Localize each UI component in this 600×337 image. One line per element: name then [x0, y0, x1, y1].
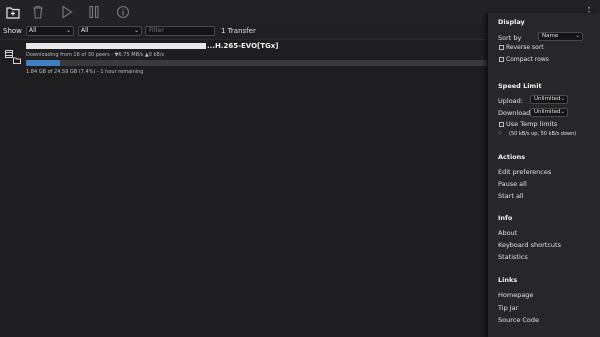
info-icon[interactable]	[114, 3, 132, 21]
sort-by-value: Name	[542, 33, 559, 39]
chevron-down-icon: ⌄	[560, 109, 565, 115]
action-edit-preferences[interactable]: Edit preferences	[498, 168, 551, 176]
filter-placeholder: Filter	[149, 27, 164, 34]
action-start-all[interactable]: Start all	[498, 192, 524, 200]
reverse-sort-label: Reverse sort	[506, 44, 544, 51]
links-section-title: Links	[498, 276, 518, 284]
download-limit-select[interactable]: Unlimited ⌄	[530, 108, 568, 117]
transfer-count: 1 Transfer	[221, 27, 256, 35]
info-about[interactable]: About	[498, 229, 517, 237]
display-section-title: Display	[498, 18, 525, 26]
compact-rows-checkbox[interactable]	[499, 57, 504, 62]
torrent-peers-status: Downloading from 16 of 30 peers - ▼6.75 …	[26, 52, 165, 58]
upload-limit-select[interactable]: Unlimited ⌄	[530, 95, 568, 104]
speed-limit-section-title: Speed Limit	[498, 82, 542, 90]
download-limit-value: Unlimited	[534, 109, 561, 115]
chevron-down-icon: ⌄	[65, 27, 71, 34]
reverse-sort-checkbox[interactable]	[499, 45, 504, 50]
chevron-down-icon: ⌄	[133, 27, 139, 34]
torrent-row[interactable]: ...H.265-EVO[TGx] Downloading from 16 of…	[0, 40, 490, 78]
settings-panel: Display Sort by Name ⌄ Reverse sort Comp…	[487, 13, 600, 337]
pause-icon[interactable]	[85, 3, 103, 21]
compact-rows-label: Compact rows	[506, 56, 549, 63]
download-label: Download:	[498, 109, 533, 117]
filter-input[interactable]: Filter	[145, 26, 215, 36]
actions-section-title: Actions	[498, 153, 526, 161]
play-icon[interactable]	[58, 3, 76, 21]
link-tip-jar[interactable]: Tip Jar	[498, 304, 518, 312]
link-source-code[interactable]: Source Code	[498, 316, 539, 324]
trash-icon[interactable]	[29, 3, 47, 21]
progress-bar-fill	[26, 60, 61, 66]
sort-by-label: Sort by	[498, 34, 522, 42]
action-pause-all[interactable]: Pause all	[498, 180, 527, 188]
turtle-icon: ◇	[498, 130, 502, 136]
show-label: Show	[3, 27, 22, 35]
sort-by-select[interactable]: Name ⌄	[538, 32, 583, 41]
folder-icon	[13, 57, 21, 66]
status-filter-select[interactable]: All ⌄	[26, 26, 74, 36]
status-filter-value: All	[29, 27, 37, 34]
add-folder-icon[interactable]	[4, 3, 22, 21]
torrent-name: ...H.265-EVO[TGx]	[26, 42, 278, 50]
link-homepage[interactable]: Homepage	[498, 291, 533, 299]
chevron-down-icon: ⌄	[575, 33, 580, 39]
info-statistics[interactable]: Statistics	[498, 253, 528, 261]
film-icon	[5, 50, 13, 60]
redacted-name-block	[26, 43, 206, 49]
chevron-down-icon: ⌄	[560, 96, 565, 102]
upload-limit-value: Unlimited	[534, 96, 561, 102]
torrent-name-tail: ...H.265-EVO[TGx]	[207, 42, 279, 50]
temp-limits-checkbox[interactable]	[499, 122, 504, 127]
progress-bar	[26, 60, 490, 66]
info-keyboard-shortcuts[interactable]: Keyboard shortcuts	[498, 241, 561, 249]
torrent-eta: 1.84 GB of 24.59 GB (7.4%) - 1 hour rema…	[26, 69, 144, 75]
temp-limits-info: (50 kB/s up, 50 kB/s down)	[509, 131, 577, 137]
tracker-filter-value: All	[81, 27, 89, 34]
info-section-title: Info	[498, 214, 513, 222]
temp-limits-label: Use Temp limits	[506, 120, 558, 128]
upload-label: Upload:	[498, 97, 523, 105]
tracker-filter-select[interactable]: All ⌄	[78, 26, 142, 36]
